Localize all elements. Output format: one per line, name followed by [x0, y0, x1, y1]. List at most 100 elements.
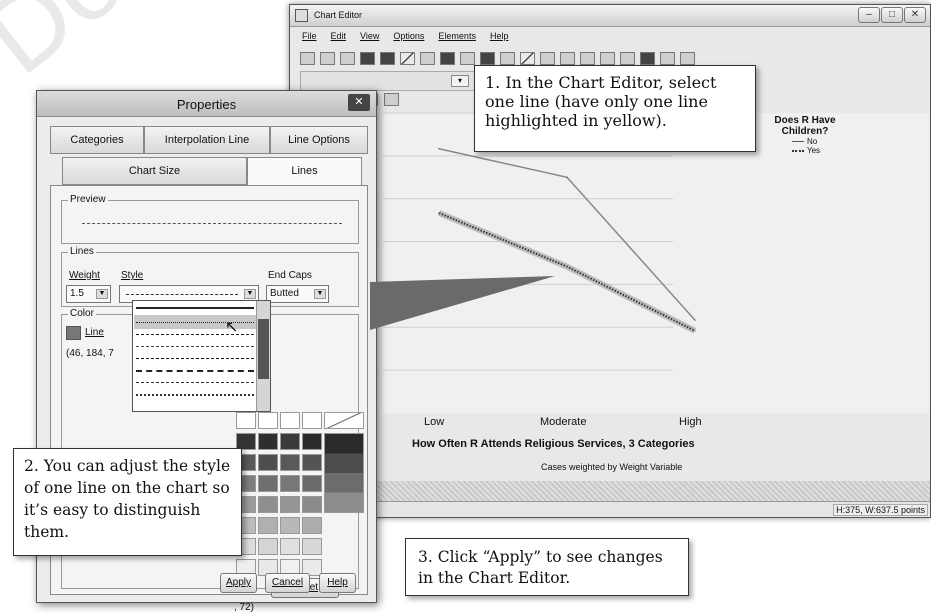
no-color-swatch[interactable]: [324, 412, 364, 429]
data-point-no-1[interactable]: [566, 176, 568, 178]
color-swatch[interactable]: [302, 433, 322, 450]
data-point-yes-0[interactable]: [438, 212, 440, 214]
color-swatch[interactable]: [280, 412, 300, 429]
legend-label-yes: Yes: [807, 146, 821, 155]
color-swatch[interactable]: [258, 454, 278, 471]
color-swatch[interactable]: [302, 517, 322, 534]
legend[interactable]: Does R Have Children? No Yes: [770, 115, 840, 155]
tab-interpolation-line[interactable]: Interpolation Line: [144, 126, 270, 154]
color-swatch[interactable]: [280, 454, 300, 471]
style-option-dashed[interactable]: [136, 346, 254, 347]
properties-icon[interactable]: [340, 51, 355, 65]
tab-line-options[interactable]: Line Options: [270, 126, 368, 154]
color-swatch[interactable]: [258, 412, 278, 429]
canvas-border: [290, 481, 930, 501]
undo-icon[interactable]: [300, 51, 315, 65]
color-swatch[interactable]: [280, 496, 300, 513]
fill-color-icon[interactable]: [440, 51, 455, 65]
redo-icon[interactable]: [320, 51, 335, 65]
minimize-icon[interactable]: –: [858, 7, 880, 23]
chart-type-icon[interactable]: [420, 51, 435, 65]
legend-icon[interactable]: [600, 51, 615, 65]
chart-footnote[interactable]: Cases weighted by Weight Variable: [541, 462, 682, 472]
title-icon[interactable]: [580, 51, 595, 65]
sort-icon[interactable]: [660, 51, 675, 65]
status-size: H:375, W:637.5 points: [833, 504, 928, 516]
callout-step-1-text: 1. In the Chart Editor, select one line …: [485, 73, 717, 130]
data-point-no-2[interactable]: [694, 319, 696, 321]
x-axis-title[interactable]: How Often R Attends Religious Services, …: [412, 438, 695, 450]
scale-icon[interactable]: [400, 51, 415, 65]
color-swatch[interactable]: [258, 475, 278, 492]
tab-chart-size[interactable]: Chart Size: [62, 157, 247, 185]
chevron-down-icon: ▼: [244, 289, 256, 299]
menu-file[interactable]: File: [302, 31, 317, 45]
scrollbar-thumb[interactable]: [258, 319, 269, 379]
line-color-swatch[interactable]: [66, 326, 81, 340]
rgb-value: (46, 184, 7: [66, 348, 114, 359]
close-icon[interactable]: ✕: [904, 7, 926, 23]
style-option-dash-dot-dot[interactable]: [136, 394, 254, 396]
color-swatch[interactable]: [280, 433, 300, 450]
style-option-long-dash[interactable]: [136, 358, 254, 359]
bar-chart-icon[interactable]: [640, 51, 655, 65]
maximize-icon[interactable]: □: [881, 7, 903, 23]
menu-edit[interactable]: Edit: [331, 31, 347, 45]
color-swatch[interactable]: [280, 475, 300, 492]
color-swatch[interactable]: [280, 538, 300, 555]
menu-elements[interactable]: Elements: [438, 31, 476, 45]
menu-options[interactable]: Options: [393, 31, 424, 45]
style-list-scrollbar[interactable]: [256, 301, 270, 411]
callout-step-2-text: 2. You can adjust the style of one line …: [24, 457, 231, 541]
help-button[interactable]: Help: [319, 573, 356, 593]
cancel-button[interactable]: Cancel: [265, 573, 310, 593]
data-point-yes-2[interactable]: [694, 330, 696, 332]
close-icon[interactable]: ✕: [348, 94, 370, 111]
color-swatch[interactable]: [302, 538, 322, 555]
fit-line-icon[interactable]: [520, 51, 535, 65]
data-labels-icon[interactable]: [480, 51, 495, 65]
interpolation-icon[interactable]: [540, 51, 555, 65]
y-axis-icon[interactable]: [380, 51, 395, 65]
style-option-dash-dot[interactable]: [136, 382, 254, 383]
color-swatch[interactable]: [302, 454, 322, 471]
data-point-yes-1[interactable]: [566, 265, 568, 268]
lasso-icon[interactable]: [460, 51, 475, 65]
color-swatch[interactable]: [280, 517, 300, 534]
color-swatch[interactable]: [236, 412, 256, 429]
endcaps-value: Butted: [270, 288, 299, 299]
color-swatch[interactable]: [258, 433, 278, 450]
menu-help[interactable]: Help: [490, 31, 509, 45]
tab-categories[interactable]: Categories: [50, 126, 144, 154]
endcaps-label: End Caps: [268, 270, 312, 281]
weight-select[interactable]: 1.5 ▼: [66, 285, 111, 303]
style-dropdown-list[interactable]: ↖: [132, 300, 271, 412]
legend-item-yes[interactable]: Yes: [792, 146, 840, 155]
grid-icon[interactable]: [620, 51, 635, 65]
chevron-down-icon: ▼: [96, 289, 108, 299]
color-swatch[interactable]: [258, 517, 278, 534]
style-option-bold-dash[interactable]: [136, 370, 254, 372]
color-swatch[interactable]: [302, 496, 322, 513]
annotation-icon[interactable]: [560, 51, 575, 65]
endcaps-select[interactable]: Butted ▼: [266, 285, 329, 303]
menu-view[interactable]: View: [360, 31, 379, 45]
apply-button[interactable]: Apply: [220, 573, 257, 593]
color-swatch[interactable]: [302, 412, 322, 429]
x-tick-low: Low: [424, 416, 445, 428]
tab-lines[interactable]: Lines: [247, 157, 362, 185]
color-swatch[interactable]: [258, 496, 278, 513]
reference-line-icon[interactable]: [500, 51, 515, 65]
color-swatch-column[interactable]: [324, 433, 364, 513]
area-icon[interactable]: [384, 93, 399, 106]
line-chart[interactable]: [383, 112, 775, 413]
data-point-no-0[interactable]: [438, 148, 440, 150]
font-dropdown-arrow-icon[interactable]: ▾: [451, 75, 469, 87]
color-swatch[interactable]: [258, 538, 278, 555]
legend-item-no[interactable]: No: [792, 137, 840, 146]
explode-icon[interactable]: [680, 51, 695, 65]
x-axis-icon[interactable]: [360, 51, 375, 65]
style-option-solid[interactable]: [136, 307, 254, 309]
color-swatch[interactable]: [302, 475, 322, 492]
chart-editor-app-icon: [295, 9, 308, 22]
